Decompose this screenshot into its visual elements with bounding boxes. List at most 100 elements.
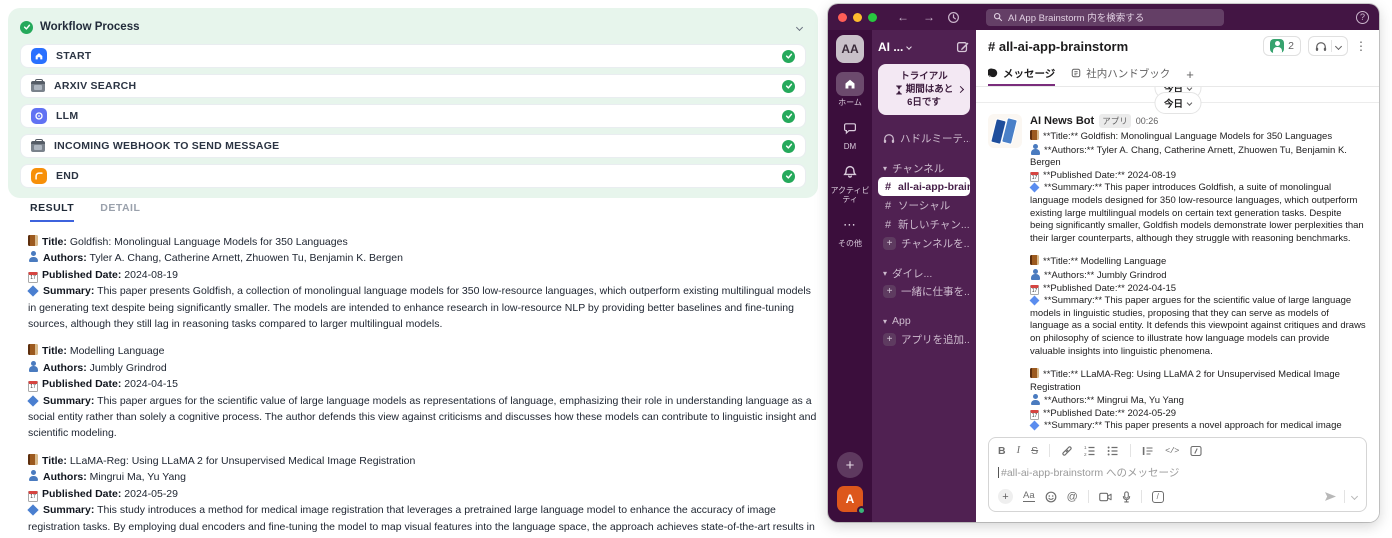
rail-item-home[interactable]: ホーム <box>836 72 864 107</box>
search-input[interactable]: AI App Brainstorm 内を検索する <box>986 8 1224 26</box>
video-icon[interactable] <box>1098 492 1112 502</box>
sidebar-section-channels[interactable]: ▾ チャンネル <box>878 159 970 177</box>
timestamp[interactable]: 00:26 <box>1136 116 1159 126</box>
trial-banner[interactable]: トライアル 期間はあと 6日です <box>878 64 970 115</box>
rail-item-activity[interactable]: アクティビティ <box>830 160 870 204</box>
chevron-down-icon <box>1186 87 1192 91</box>
mention-icon[interactable]: @ <box>1067 491 1078 503</box>
emoji-icon[interactable] <box>1045 491 1057 503</box>
message-input[interactable]: #all-ai-app-brainstorm へのメッセージ <box>998 465 1357 480</box>
workspace-header[interactable]: AI ... <box>878 35 970 59</box>
tab-detail[interactable]: DETAIL <box>100 202 140 222</box>
back-icon[interactable]: ← <box>897 10 909 24</box>
hourglass-icon <box>895 84 903 95</box>
workflow-step-end[interactable]: END <box>20 164 806 188</box>
zoom-window-button[interactable] <box>868 12 877 22</box>
canvas-doc-icon <box>1071 68 1081 78</box>
rail-item-dm[interactable]: DM <box>836 116 864 151</box>
paper-authors-line: Authors: Tyler A. Chang, Catherine Arnet… <box>28 250 820 266</box>
workspace-switcher[interactable]: AA <box>836 35 864 63</box>
create-new-button[interactable]: + <box>837 452 863 478</box>
chevron-down-icon[interactable] <box>795 23 804 31</box>
bold-icon[interactable]: B <box>998 445 1006 457</box>
success-check-icon <box>782 169 795 183</box>
bullet-list-icon[interactable] <box>1107 445 1119 457</box>
paper-authors-line: Authors: Jumbly Grindrod <box>28 360 820 376</box>
blockquote-icon[interactable] <box>1142 445 1154 457</box>
send-button[interactable] <box>1324 491 1337 502</box>
workflow-step-incoming-webhook[interactable]: INCOMING WEBHOOK TO SEND MESSAGE <box>20 134 806 158</box>
paper-title-line: Title: Modelling Language <box>28 343 820 359</box>
sidebar-channel-new[interactable]: # 新しいチャン... <box>878 215 970 234</box>
sender-name[interactable]: AI News Bot <box>1030 115 1094 127</box>
message-composer[interactable]: B I S 12 </> #all-ai-app-brainstorm へのメッ… <box>988 437 1367 512</box>
message-list[interactable]: 今日 今日 AI News Bot アプリ 00:26 **Title:** G… <box>976 87 1379 431</box>
italic-icon[interactable]: I <box>1017 445 1021 456</box>
paper-title-line: Title: LLaMA-Reg: Using LLaMA 2 for Unsu… <box>28 453 820 469</box>
message-paper-block: **Title:** Modelling Language **Authors:… <box>1029 255 1366 357</box>
tab-messages[interactable]: メッセージ <box>988 62 1056 86</box>
history-clock-icon[interactable] <box>947 11 960 24</box>
caret-down-icon: ▾ <box>883 163 888 173</box>
step-label: INCOMING WEBHOOK TO SEND MESSAGE <box>54 140 280 152</box>
bot-avatar[interactable] <box>988 114 1022 148</box>
divider <box>1087 490 1089 503</box>
sidebar-item-huddles[interactable]: ハドルミーテ... <box>878 129 970 148</box>
slash-command-icon[interactable]: / <box>1151 490 1164 503</box>
message: AI News Bot アプリ 00:26 **Title:** Goldfis… <box>976 103 1379 431</box>
date-pill-today[interactable]: 今日 <box>1153 92 1202 114</box>
close-window-button[interactable] <box>838 12 847 22</box>
huddle-button[interactable] <box>1308 36 1348 56</box>
tab-handbook[interactable]: 社内ハンドブック <box>1071 62 1170 86</box>
sidebar-add-channel[interactable]: + チャンネルを... <box>878 234 970 253</box>
workflow-step-start[interactable]: START <box>20 44 806 68</box>
channel-name[interactable]: # all-ai-app-brainstorm <box>988 39 1128 54</box>
member-avatar <box>1270 39 1285 53</box>
rail-item-more[interactable]: ⋯ その他 <box>836 213 864 248</box>
tab-add-button[interactable]: + <box>1186 62 1194 86</box>
workflow-process-header[interactable]: Workflow Process <box>20 16 806 38</box>
code-block-icon[interactable] <box>1190 445 1202 457</box>
caret-down-icon: ▾ <box>883 268 888 278</box>
divider <box>1344 490 1345 503</box>
attach-plus-icon[interactable]: + <box>998 489 1013 504</box>
calendar-icon: 17 <box>1030 171 1039 182</box>
link-icon[interactable] <box>1061 445 1073 457</box>
help-icon[interactable]: ? <box>1356 10 1369 24</box>
slack-titlebar: ← → AI App Brainstorm 内を検索する ? <box>828 4 1379 30</box>
workflow-step-llm[interactable]: LLM <box>20 104 806 128</box>
calendar-icon: 17 <box>28 381 38 393</box>
members-button[interactable]: 2 <box>1263 36 1301 56</box>
sidebar-section-dms[interactable]: ▾ ダイレ... <box>878 264 970 282</box>
home-icon <box>836 72 864 96</box>
sidebar-channel-social[interactable]: # ソーシャル <box>878 196 970 215</box>
mic-icon[interactable] <box>1122 490 1131 503</box>
kebab-menu-icon[interactable]: ⋮ <box>1355 39 1367 53</box>
chevron-down-icon[interactable] <box>1350 492 1359 501</box>
search-placeholder: AI App Brainstorm 内を検索する <box>1008 13 1145 24</box>
tab-result[interactable]: RESULT <box>30 202 75 222</box>
forward-icon[interactable]: → <box>923 10 935 24</box>
message-body: **Title:** Goldfish: Monolingual Languag… <box>1029 130 1367 431</box>
plus-icon: + <box>883 333 896 346</box>
calendar-icon: 17 <box>1030 284 1039 295</box>
calendar-icon: 17 <box>28 490 38 502</box>
sidebar-add-app[interactable]: + アプリを追加... <box>878 330 970 349</box>
sidebar-invite-coworkers[interactable]: + 一緒に仕事を... <box>878 282 970 301</box>
sidebar-section-apps[interactable]: ▾ App <box>878 312 970 330</box>
strikethrough-icon[interactable]: S <box>1031 445 1038 457</box>
hash-icon: # <box>884 199 892 212</box>
workflow-step-arxiv-search[interactable]: ARXIV SEARCH <box>20 74 806 98</box>
user-avatar[interactable]: A <box>837 486 866 515</box>
minimize-window-button[interactable] <box>853 12 862 22</box>
paper-title-line: Title: Goldfish: Monolingual Language Mo… <box>28 234 820 250</box>
plus-icon: + <box>883 237 896 250</box>
paper-summary-block: Title: Modelling Language Authors: Jumbl… <box>27 343 820 441</box>
format-toggle-icon[interactable]: Aa <box>1023 491 1035 502</box>
person-icon <box>28 251 39 263</box>
ordered-list-icon[interactable]: 12 <box>1084 445 1096 457</box>
headphones-icon <box>1315 41 1327 52</box>
inline-code-icon[interactable]: </> <box>1165 446 1179 456</box>
compose-icon[interactable] <box>956 40 970 54</box>
sidebar-channel-all-ai-app-brainstorm[interactable]: # all-ai-app-brain... <box>878 177 970 196</box>
